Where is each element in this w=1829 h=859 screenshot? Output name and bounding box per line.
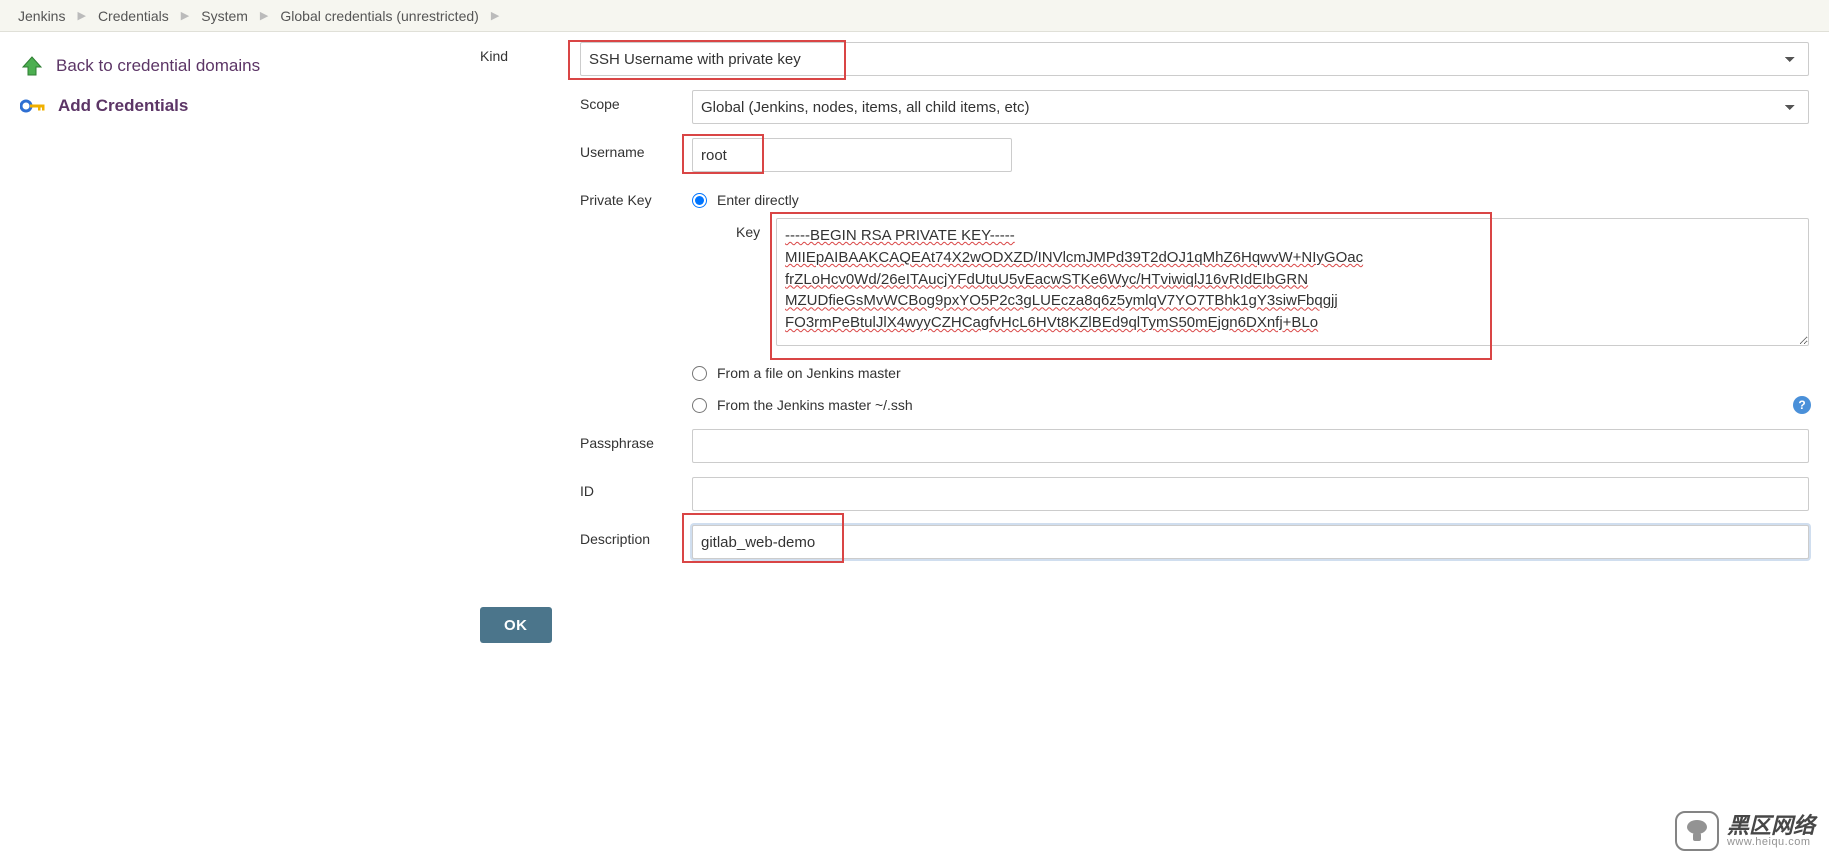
sidebar-item-back[interactable]: Back to credential domains: [20, 46, 480, 86]
radio-enter-directly[interactable]: [692, 193, 707, 208]
form-actions: OK: [480, 607, 1809, 643]
username-label: Username: [580, 138, 692, 160]
row-kind: Kind SSH Username with private key: [480, 42, 1809, 76]
watermark-logo-icon: [1675, 811, 1719, 851]
pk-option-from-ssh[interactable]: From the Jenkins master ~/.ssh ?: [692, 391, 1809, 419]
breadcrumb-global[interactable]: Global credentials (unrestricted): [280, 8, 478, 24]
watermark-title: 黑区网络: [1727, 814, 1815, 837]
kind-label: Kind: [480, 42, 580, 64]
sidebar-add-link[interactable]: Add Credentials: [58, 96, 188, 116]
row-username: Username: [580, 138, 1809, 172]
description-input[interactable]: [692, 525, 1809, 559]
row-id: ID: [580, 477, 1809, 511]
breadcrumb-bar: Jenkins ▶ Credentials ▶ System ▶ Global …: [0, 0, 1829, 32]
chevron-right-icon: ▶: [181, 9, 189, 22]
row-private-key: Private Key Enter directly Key -----BEGI…: [580, 186, 1809, 423]
description-label: Description: [580, 525, 692, 547]
breadcrumb-credentials[interactable]: Credentials: [98, 8, 169, 24]
key-label: Key: [736, 218, 776, 240]
ok-button[interactable]: OK: [480, 607, 552, 643]
watermark: 黑区网络 www.heiqu.com: [1675, 811, 1815, 851]
radio-enter-directly-label: Enter directly: [717, 192, 799, 208]
key-icon: [20, 97, 46, 115]
sidebar-back-link[interactable]: Back to credential domains: [56, 56, 260, 76]
passphrase-input[interactable]: [692, 429, 1809, 463]
private-key-label: Private Key: [580, 186, 692, 208]
radio-from-file-label: From a file on Jenkins master: [717, 365, 901, 381]
scope-select[interactable]: Global (Jenkins, nodes, items, all child…: [692, 90, 1809, 124]
row-scope: Scope Global (Jenkins, nodes, items, all…: [580, 90, 1809, 124]
pk-option-enter-directly[interactable]: Enter directly: [692, 186, 1809, 214]
main-form: Kind SSH Username with private key Scope…: [480, 32, 1829, 643]
up-arrow-icon: [20, 54, 44, 78]
passphrase-label: Passphrase: [580, 429, 692, 451]
chevron-right-icon: ▶: [77, 9, 85, 22]
breadcrumb-jenkins[interactable]: Jenkins: [18, 8, 65, 24]
chevron-right-icon: ▶: [491, 9, 499, 22]
pk-option-from-file[interactable]: From a file on Jenkins master: [692, 359, 1809, 387]
kind-select[interactable]: SSH Username with private key: [580, 42, 1809, 76]
sidebar: Back to credential domains Add Credentia…: [0, 32, 480, 126]
help-icon[interactable]: ?: [1793, 396, 1811, 414]
username-input[interactable]: [692, 138, 1012, 172]
chevron-right-icon: ▶: [260, 9, 268, 22]
radio-from-file[interactable]: [692, 366, 707, 381]
key-textarea[interactable]: -----BEGIN RSA PRIVATE KEY----- MIIEpAIB…: [776, 218, 1809, 346]
radio-from-ssh[interactable]: [692, 398, 707, 413]
id-input[interactable]: [692, 477, 1809, 511]
watermark-url: www.heiqu.com: [1727, 837, 1815, 849]
radio-from-ssh-label: From the Jenkins master ~/.ssh: [717, 397, 913, 413]
row-description: Description: [580, 525, 1809, 559]
breadcrumb-system[interactable]: System: [201, 8, 248, 24]
id-label: ID: [580, 477, 692, 499]
scope-label: Scope: [580, 90, 692, 112]
sidebar-item-add-credentials[interactable]: Add Credentials: [20, 86, 480, 126]
row-passphrase: Passphrase: [580, 429, 1809, 463]
